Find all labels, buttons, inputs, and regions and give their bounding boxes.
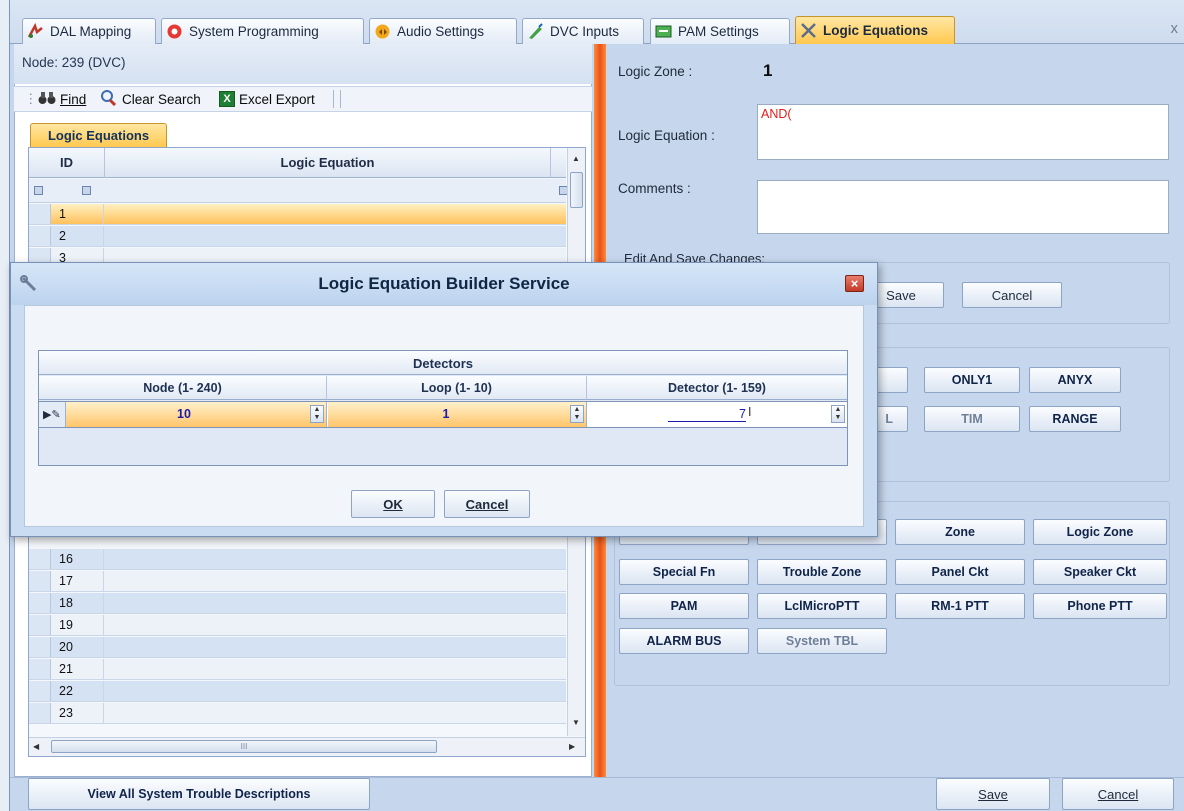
table-row[interactable]: 20 — [29, 637, 566, 658]
operator-button-range[interactable]: RANGE — [1029, 406, 1121, 432]
column-header-id[interactable]: ID — [29, 148, 104, 178]
tab-system-programming[interactable]: System Programming — [161, 18, 364, 44]
dialog-title: Logic Equation Builder Service — [318, 274, 570, 293]
type-button-system-tbl[interactable]: System TBL — [757, 628, 887, 654]
column-header-logic-equation[interactable]: Logic Equation — [104, 148, 550, 178]
loop-spinner[interactable]: ▲ ▼ — [570, 405, 584, 423]
dialog-close-icon[interactable]: × — [845, 275, 864, 292]
scroll-left-icon[interactable]: ◀ — [33, 742, 39, 751]
tab-dal-mapping[interactable]: DAL Mapping — [22, 18, 156, 44]
text-cursor-icon: I — [748, 405, 752, 419]
type-button-trouble-zone[interactable]: Trouble Zone — [757, 559, 887, 585]
filter-row — [29, 179, 568, 203]
comments-field[interactable] — [757, 180, 1169, 234]
operator-button-tim[interactable]: TIM — [924, 406, 1020, 432]
table-row[interactable]: 22 — [29, 681, 566, 702]
tab-audio-settings[interactable]: Audio Settings — [369, 18, 517, 44]
tab-label: System Programming — [189, 24, 319, 39]
comments-label: Comments : — [618, 181, 691, 196]
window-left-edge — [0, 0, 10, 811]
detector-spinner[interactable]: ▲ ▼ — [831, 405, 845, 423]
find-label: Find — [60, 91, 87, 107]
tab-pam-settings[interactable]: PAM Settings — [650, 18, 790, 44]
table-row[interactable]: 21 — [29, 659, 566, 680]
tab-label: DVC Inputs — [550, 24, 620, 39]
loop-cell[interactable]: 1 ▲ ▼ — [328, 402, 587, 427]
column-header-spacer — [550, 148, 566, 178]
system-programming-icon — [166, 23, 183, 40]
excel-export-button[interactable]: X Excel Export — [219, 89, 315, 109]
type-button-panel-ckt[interactable]: Panel Ckt — [895, 559, 1025, 585]
dvc-inputs-icon — [527, 23, 544, 40]
pam-settings-icon — [655, 23, 672, 40]
find-button[interactable]: Find — [38, 89, 86, 109]
binoculars-icon — [38, 91, 56, 108]
tab-label: DAL Mapping — [50, 24, 132, 39]
scroll-thumb[interactable] — [570, 172, 583, 208]
toolbar-grip: ⋮ — [24, 91, 38, 106]
type-button-logic-zone[interactable]: Logic Zone — [1033, 519, 1167, 545]
edit-row-pencil-icon: ▶✎ — [39, 402, 66, 427]
table-row[interactable]: 16 — [29, 549, 566, 570]
scroll-up-icon[interactable]: ▲ — [572, 154, 580, 163]
node-label: Node: 239 (DVC) — [22, 55, 126, 70]
type-button-zone[interactable]: Zone — [895, 519, 1025, 545]
tab-label: Audio Settings — [397, 24, 485, 39]
detector-input[interactable]: 7 I ▲ ▼ — [588, 402, 847, 427]
type-button-speaker-ckt[interactable]: Speaker Ckt — [1033, 559, 1167, 585]
node-cell[interactable]: 10 ▲ ▼ — [66, 402, 327, 427]
type-button-phone-ptt[interactable]: Phone PTT — [1033, 593, 1167, 619]
tab-label: Logic Equations — [823, 23, 929, 38]
column-header-loop[interactable]: Loop (1- 10) — [327, 376, 587, 400]
subtab-logic-equations[interactable]: Logic Equations — [30, 123, 167, 147]
logic-equation-label: Logic Equation : — [618, 128, 715, 143]
dialog-cancel-button[interactable]: Cancel — [444, 490, 530, 518]
close-icon[interactable]: x — [1171, 20, 1179, 37]
ok-button[interactable]: OK — [351, 490, 435, 518]
logic-zone-label: Logic Zone : — [618, 64, 693, 79]
operator-button-anyx[interactable]: ANYX — [1029, 367, 1121, 393]
excel-export-label: Excel Export — [239, 91, 315, 107]
type-button-alarm-bus[interactable]: ALARM BUS — [619, 628, 749, 654]
save-button[interactable]: Save — [936, 778, 1050, 810]
filter-icon[interactable] — [34, 186, 43, 195]
excel-icon: X — [219, 91, 235, 107]
horizontal-scrollbar[interactable]: ◀ III ▶ — [29, 737, 585, 756]
detectors-header: Detectors — [39, 351, 847, 375]
table-row[interactable]: 18 — [29, 593, 566, 614]
column-header-node[interactable]: Node (1- 240) — [39, 376, 327, 400]
type-button-lclmicroptt[interactable]: LclMicroPTT — [757, 593, 887, 619]
toolbar-separator — [340, 90, 341, 108]
logic-equation-field[interactable]: AND( — [757, 104, 1169, 160]
type-button-pam[interactable]: PAM — [619, 593, 749, 619]
table-row[interactable]: 17 — [29, 571, 566, 592]
table-row[interactable]: 19 — [29, 615, 566, 636]
scroll-thumb[interactable]: III — [51, 740, 437, 753]
node-spinner[interactable]: ▲ ▼ — [310, 405, 324, 423]
table-row[interactable]: 1 — [29, 204, 566, 225]
logic-equations-icon — [800, 22, 817, 39]
tab-logic-equations[interactable]: Logic Equations — [795, 16, 955, 44]
logic-zone-value: 1 — [763, 61, 773, 80]
clear-search-label: Clear Search — [122, 91, 201, 107]
operator-button-only1[interactable]: ONLY1 — [924, 367, 1020, 393]
table-row[interactable]: 2 — [29, 226, 566, 247]
type-button-special-fn[interactable]: Special Fn — [619, 559, 749, 585]
clear-search-icon — [100, 89, 118, 109]
view-all-trouble-button[interactable]: View All System Trouble Descriptions — [28, 778, 370, 810]
cancel-button[interactable]: Cancel — [1062, 778, 1174, 810]
tab-dvc-inputs[interactable]: DVC Inputs — [522, 18, 644, 44]
column-header-detector[interactable]: Detector (1- 159) — [587, 376, 847, 400]
toolbar-separator — [333, 90, 334, 108]
filter-icon[interactable] — [82, 186, 91, 195]
scroll-down-icon[interactable]: ▼ — [572, 718, 580, 727]
table-row[interactable]: 23 — [29, 703, 566, 724]
edit-cancel-button[interactable]: Cancel — [962, 282, 1062, 308]
clear-search-button[interactable]: Clear Search — [100, 89, 201, 109]
type-button-rm1-ptt[interactable]: RM-1 PTT — [895, 593, 1025, 619]
tab-label: PAM Settings — [678, 24, 759, 39]
scroll-right-icon[interactable]: ▶ — [569, 742, 575, 751]
audio-settings-icon — [374, 23, 391, 40]
dal-mapping-icon — [27, 22, 44, 40]
